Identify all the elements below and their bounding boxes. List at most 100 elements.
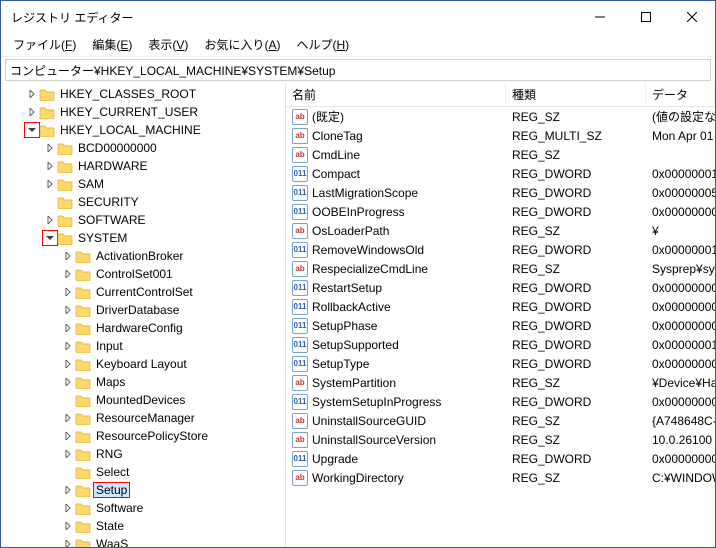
chevron-right-icon[interactable] [61, 357, 75, 371]
col-name-header[interactable]: 名前 [286, 83, 506, 107]
menu-edit[interactable]: 編集(E) [84, 34, 140, 55]
tree-node[interactable]: ResourcePolicyStore [1, 427, 285, 445]
tree-node-label[interactable]: SYSTEM [76, 231, 129, 245]
chevron-right-icon[interactable] [61, 483, 75, 497]
menu-file[interactable]: ファイル(F) [5, 34, 84, 55]
tree-node-label[interactable]: HARDWARE [76, 159, 150, 173]
minimize-button[interactable] [577, 1, 623, 33]
chevron-right-icon[interactable] [61, 303, 75, 317]
value-row[interactable]: 011LastMigrationScopeREG_DWORD0x00000005… [286, 183, 715, 202]
chevron-right-icon[interactable] [43, 177, 57, 191]
tree-node-label[interactable]: MountedDevices [94, 393, 187, 407]
col-data-header[interactable]: データ [646, 83, 715, 107]
chevron-right-icon[interactable] [61, 321, 75, 335]
tree-node[interactable]: SYSTEM [1, 229, 285, 247]
tree-node-label[interactable]: Maps [94, 375, 127, 389]
tree-node-label[interactable]: ControlSet001 [94, 267, 175, 281]
chevron-right-icon[interactable] [43, 213, 57, 227]
chevron-right-icon[interactable] [43, 159, 57, 173]
tree-node-label[interactable]: WaaS [94, 537, 130, 547]
tree-node-label[interactable]: ActivationBroker [94, 249, 185, 263]
chevron-right-icon[interactable] [61, 267, 75, 281]
tree-node[interactable]: BCD00000000 [1, 139, 285, 157]
chevron-right-icon[interactable] [61, 249, 75, 263]
tree-node[interactable]: State [1, 517, 285, 535]
tree-node[interactable]: Setup [1, 481, 285, 499]
tree-node-label[interactable]: Software [94, 501, 145, 515]
value-row[interactable]: abOsLoaderPathREG_SZ¥ [286, 221, 715, 240]
menu-favorites[interactable]: お気に入り(A) [196, 34, 288, 55]
tree-node[interactable]: WaaS [1, 535, 285, 547]
chevron-right-icon[interactable] [61, 519, 75, 533]
tree-node-label[interactable]: SOFTWARE [76, 213, 148, 227]
tree-node-label[interactable]: HardwareConfig [94, 321, 185, 335]
tree-node[interactable]: HKEY_LOCAL_MACHINE [1, 121, 285, 139]
tree-node[interactable]: HKEY_CURRENT_USER [1, 103, 285, 121]
tree-node-label[interactable]: Select [94, 465, 131, 479]
tree-node-label[interactable]: BCD00000000 [76, 141, 159, 155]
chevron-right-icon[interactable] [61, 375, 75, 389]
tree-node[interactable]: ControlSet001 [1, 265, 285, 283]
tree-node[interactable]: CurrentControlSet [1, 283, 285, 301]
chevron-right-icon[interactable] [61, 339, 75, 353]
value-row[interactable]: 011SystemSetupInProgressREG_DWORD0x00000… [286, 392, 715, 411]
tree-node-label[interactable]: HKEY_CURRENT_USER [58, 105, 200, 119]
value-row[interactable]: 011OOBEInProgressREG_DWORD0x00000000 (0) [286, 202, 715, 221]
tree-node[interactable]: Select [1, 463, 285, 481]
value-row[interactable]: abWorkingDirectoryREG_SZC:¥WINDOWS¥ [286, 468, 715, 487]
tree-node-label[interactable]: Keyboard Layout [94, 357, 189, 371]
chevron-right-icon[interactable] [25, 87, 39, 101]
values-panel[interactable]: 名前 種類 データ ab(既定)REG_SZ(値の設定なし)abCloneTag… [286, 83, 715, 547]
close-button[interactable] [669, 1, 715, 33]
tree-node[interactable]: RNG [1, 445, 285, 463]
tree-node-label[interactable]: Input [94, 339, 125, 353]
value-row[interactable]: abCmdLineREG_SZ [286, 145, 715, 164]
tree-panel[interactable]: HKEY_CLASSES_ROOT HKEY_CURRENT_USER HKEY_L… [1, 83, 286, 547]
tree-node[interactable]: MountedDevices [1, 391, 285, 409]
value-row[interactable]: abUninstallSourceVersionREG_SZ10.0.26100 [286, 430, 715, 449]
value-row[interactable]: 011SetupPhaseREG_DWORD0x00000000 (0) [286, 316, 715, 335]
tree-node-label[interactable]: Setup [94, 483, 129, 497]
address-bar[interactable]: コンピューター¥HKEY_LOCAL_MACHINE¥SYSTEM¥Setup [5, 59, 711, 81]
tree-node-label[interactable]: State [94, 519, 126, 533]
tree-node-label[interactable]: SAM [76, 177, 106, 191]
chevron-right-icon[interactable] [25, 105, 39, 119]
chevron-right-icon[interactable] [61, 285, 75, 299]
chevron-right-icon[interactable] [43, 141, 57, 155]
chevron-right-icon[interactable] [61, 411, 75, 425]
menu-help[interactable]: ヘルプ(H) [288, 34, 357, 55]
value-row[interactable]: 011SetupTypeREG_DWORD0x00000000 (0) [286, 354, 715, 373]
chevron-right-icon[interactable] [61, 537, 75, 547]
chevron-right-icon[interactable] [61, 447, 75, 461]
value-row[interactable]: 011RollbackActiveREG_DWORD0x00000000 (0) [286, 297, 715, 316]
tree-node[interactable]: Software [1, 499, 285, 517]
value-row[interactable]: abUninstallSourceGUIDREG_SZ{A748648C-808 [286, 411, 715, 430]
tree-node[interactable]: Maps [1, 373, 285, 391]
value-row[interactable]: 011SetupSupportedREG_DWORD0x00000001 (1) [286, 335, 715, 354]
tree-node-label[interactable]: DriverDatabase [94, 303, 181, 317]
tree-node[interactable]: HardwareConfig [1, 319, 285, 337]
tree-node-label[interactable]: RNG [94, 447, 125, 461]
value-row[interactable]: ab(既定)REG_SZ(値の設定なし) [286, 107, 715, 126]
value-row[interactable]: abRespecializeCmdLineREG_SZSysprep¥syspr… [286, 259, 715, 278]
tree-node[interactable]: HARDWARE [1, 157, 285, 175]
chevron-down-icon[interactable] [43, 231, 57, 245]
tree-node[interactable]: Input [1, 337, 285, 355]
tree-node[interactable]: SAM [1, 175, 285, 193]
tree-node-label[interactable]: HKEY_LOCAL_MACHINE [58, 123, 203, 137]
tree-node[interactable]: SOFTWARE [1, 211, 285, 229]
tree-node[interactable]: SECURITY [1, 193, 285, 211]
chevron-down-icon[interactable] [25, 123, 39, 137]
tree-node-label[interactable]: SECURITY [76, 195, 141, 209]
tree-node[interactable]: Keyboard Layout [1, 355, 285, 373]
col-type-header[interactable]: 種類 [506, 83, 646, 107]
value-row[interactable]: 011UpgradeREG_DWORD0x00000000 (0) [286, 449, 715, 468]
tree-node[interactable]: HKEY_CLASSES_ROOT [1, 85, 285, 103]
tree-node[interactable]: ActivationBroker [1, 247, 285, 265]
chevron-right-icon[interactable] [61, 429, 75, 443]
chevron-right-icon[interactable] [61, 501, 75, 515]
maximize-button[interactable] [623, 1, 669, 33]
tree-node[interactable]: DriverDatabase [1, 301, 285, 319]
value-row[interactable]: abSystemPartitionREG_SZ¥Device¥Hardd [286, 373, 715, 392]
tree-node-label[interactable]: ResourcePolicyStore [94, 429, 210, 443]
